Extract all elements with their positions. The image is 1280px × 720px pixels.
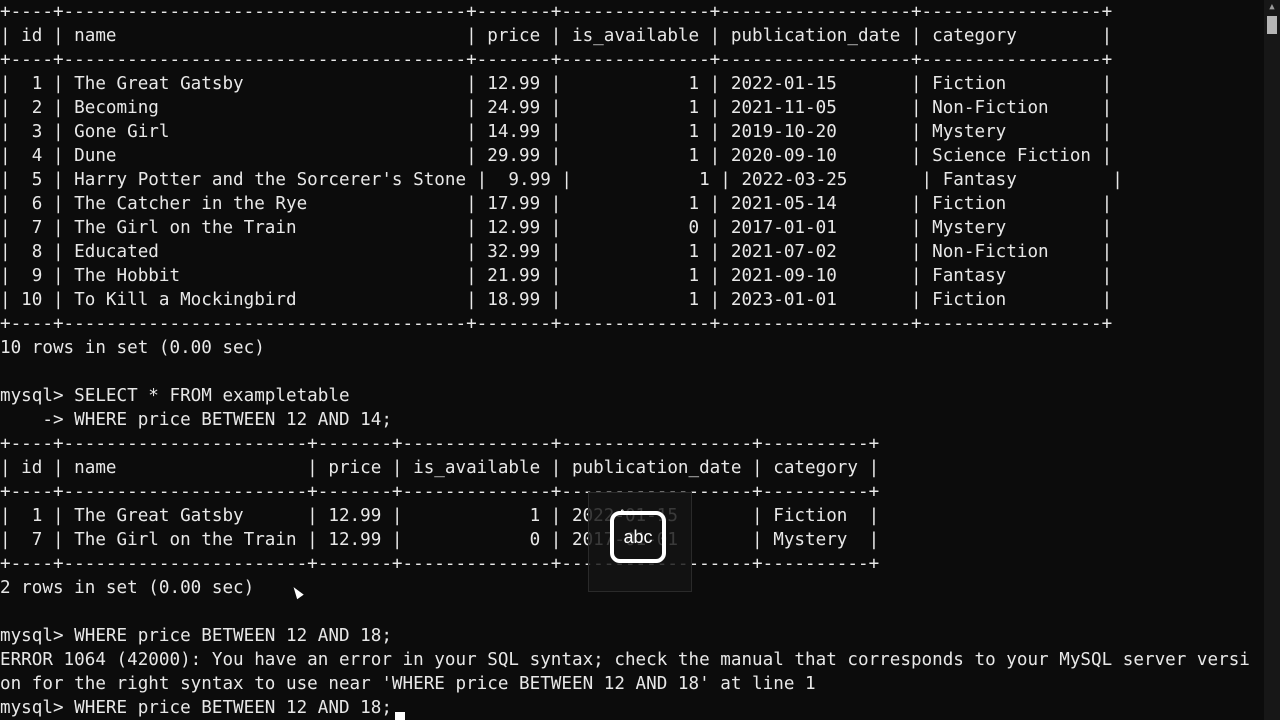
- terminal-line: | 2 | Becoming | 24.99 | 1 | 2021-11-05 …: [0, 98, 1113, 118]
- terminal-line: | 10 | To Kill a Mockingbird | 18.99 | 1…: [0, 290, 1113, 310]
- terminal-line: | 9 | The Hobbit | 21.99 | 1 | 2021-09-1…: [0, 266, 1113, 286]
- ime-label: abc: [610, 511, 666, 563]
- terminal-line: | 1 | The Great Gatsby | 12.99 | 1 | 202…: [0, 74, 1113, 94]
- terminal-line: mysql> WHERE price BETWEEN 12 AND 18;: [0, 698, 392, 718]
- terminal-line: | 5 | Harry Potter and the Sorcerer's St…: [0, 170, 1123, 190]
- vertical-scrollbar[interactable]: ▲: [1264, 0, 1280, 720]
- terminal-line: mysql> WHERE price BETWEEN 12 AND 18;: [0, 626, 392, 646]
- text-cursor: [395, 712, 405, 720]
- terminal-line: +----+-----------------------+-------+--…: [0, 482, 880, 502]
- scrollbar-thumb[interactable]: [1267, 16, 1277, 34]
- terminal-line: +----+----------------------------------…: [0, 314, 1113, 334]
- terminal-line: 2 rows in set (0.00 sec): [0, 578, 255, 598]
- terminal-line: | 8 | Educated | 32.99 | 1 | 2021-07-02 …: [0, 242, 1113, 262]
- terminal-line: | 3 | Gone Girl | 14.99 | 1 | 2019-10-20…: [0, 122, 1113, 142]
- terminal-line: | id | name | price | is_available | pub…: [0, 26, 1113, 46]
- terminal-line: +----+----------------------------------…: [0, 50, 1113, 70]
- terminal-line: 10 rows in set (0.00 sec): [0, 338, 265, 358]
- terminal-line: ERROR 1064 (42000): You have an error in…: [0, 650, 1250, 670]
- terminal-line: | id | name | price | is_available | pub…: [0, 458, 880, 478]
- terminal-line: | 7 | The Girl on the Train | 12.99 | 0 …: [0, 530, 880, 550]
- terminal-line: | 6 | The Catcher in the Rye | 17.99 | 1…: [0, 194, 1113, 214]
- ime-mode-indicator: ^ abc: [588, 492, 692, 592]
- terminal-line: | 4 | Dune | 29.99 | 1 | 2020-09-10 | Sc…: [0, 146, 1113, 166]
- terminal-line: +----+-----------------------+-------+--…: [0, 554, 880, 574]
- terminal-line: +----+-----------------------+-------+--…: [0, 434, 880, 454]
- scroll-up-arrow-icon[interactable]: ▲: [1264, 0, 1280, 14]
- terminal-window[interactable]: +----+----------------------------------…: [0, 0, 1264, 720]
- terminal-line: | 7 | The Girl on the Train | 12.99 | 0 …: [0, 218, 1113, 238]
- terminal-line: -> WHERE price BETWEEN 12 AND 14;: [0, 410, 392, 430]
- terminal-line: on for the right syntax to use near 'WHE…: [0, 674, 816, 694]
- terminal-line: +----+----------------------------------…: [0, 2, 1113, 22]
- terminal-line: | 1 | The Great Gatsby | 12.99 | 1 | 202…: [0, 506, 880, 526]
- terminal-line: mysql> SELECT * FROM exampletable: [0, 386, 350, 406]
